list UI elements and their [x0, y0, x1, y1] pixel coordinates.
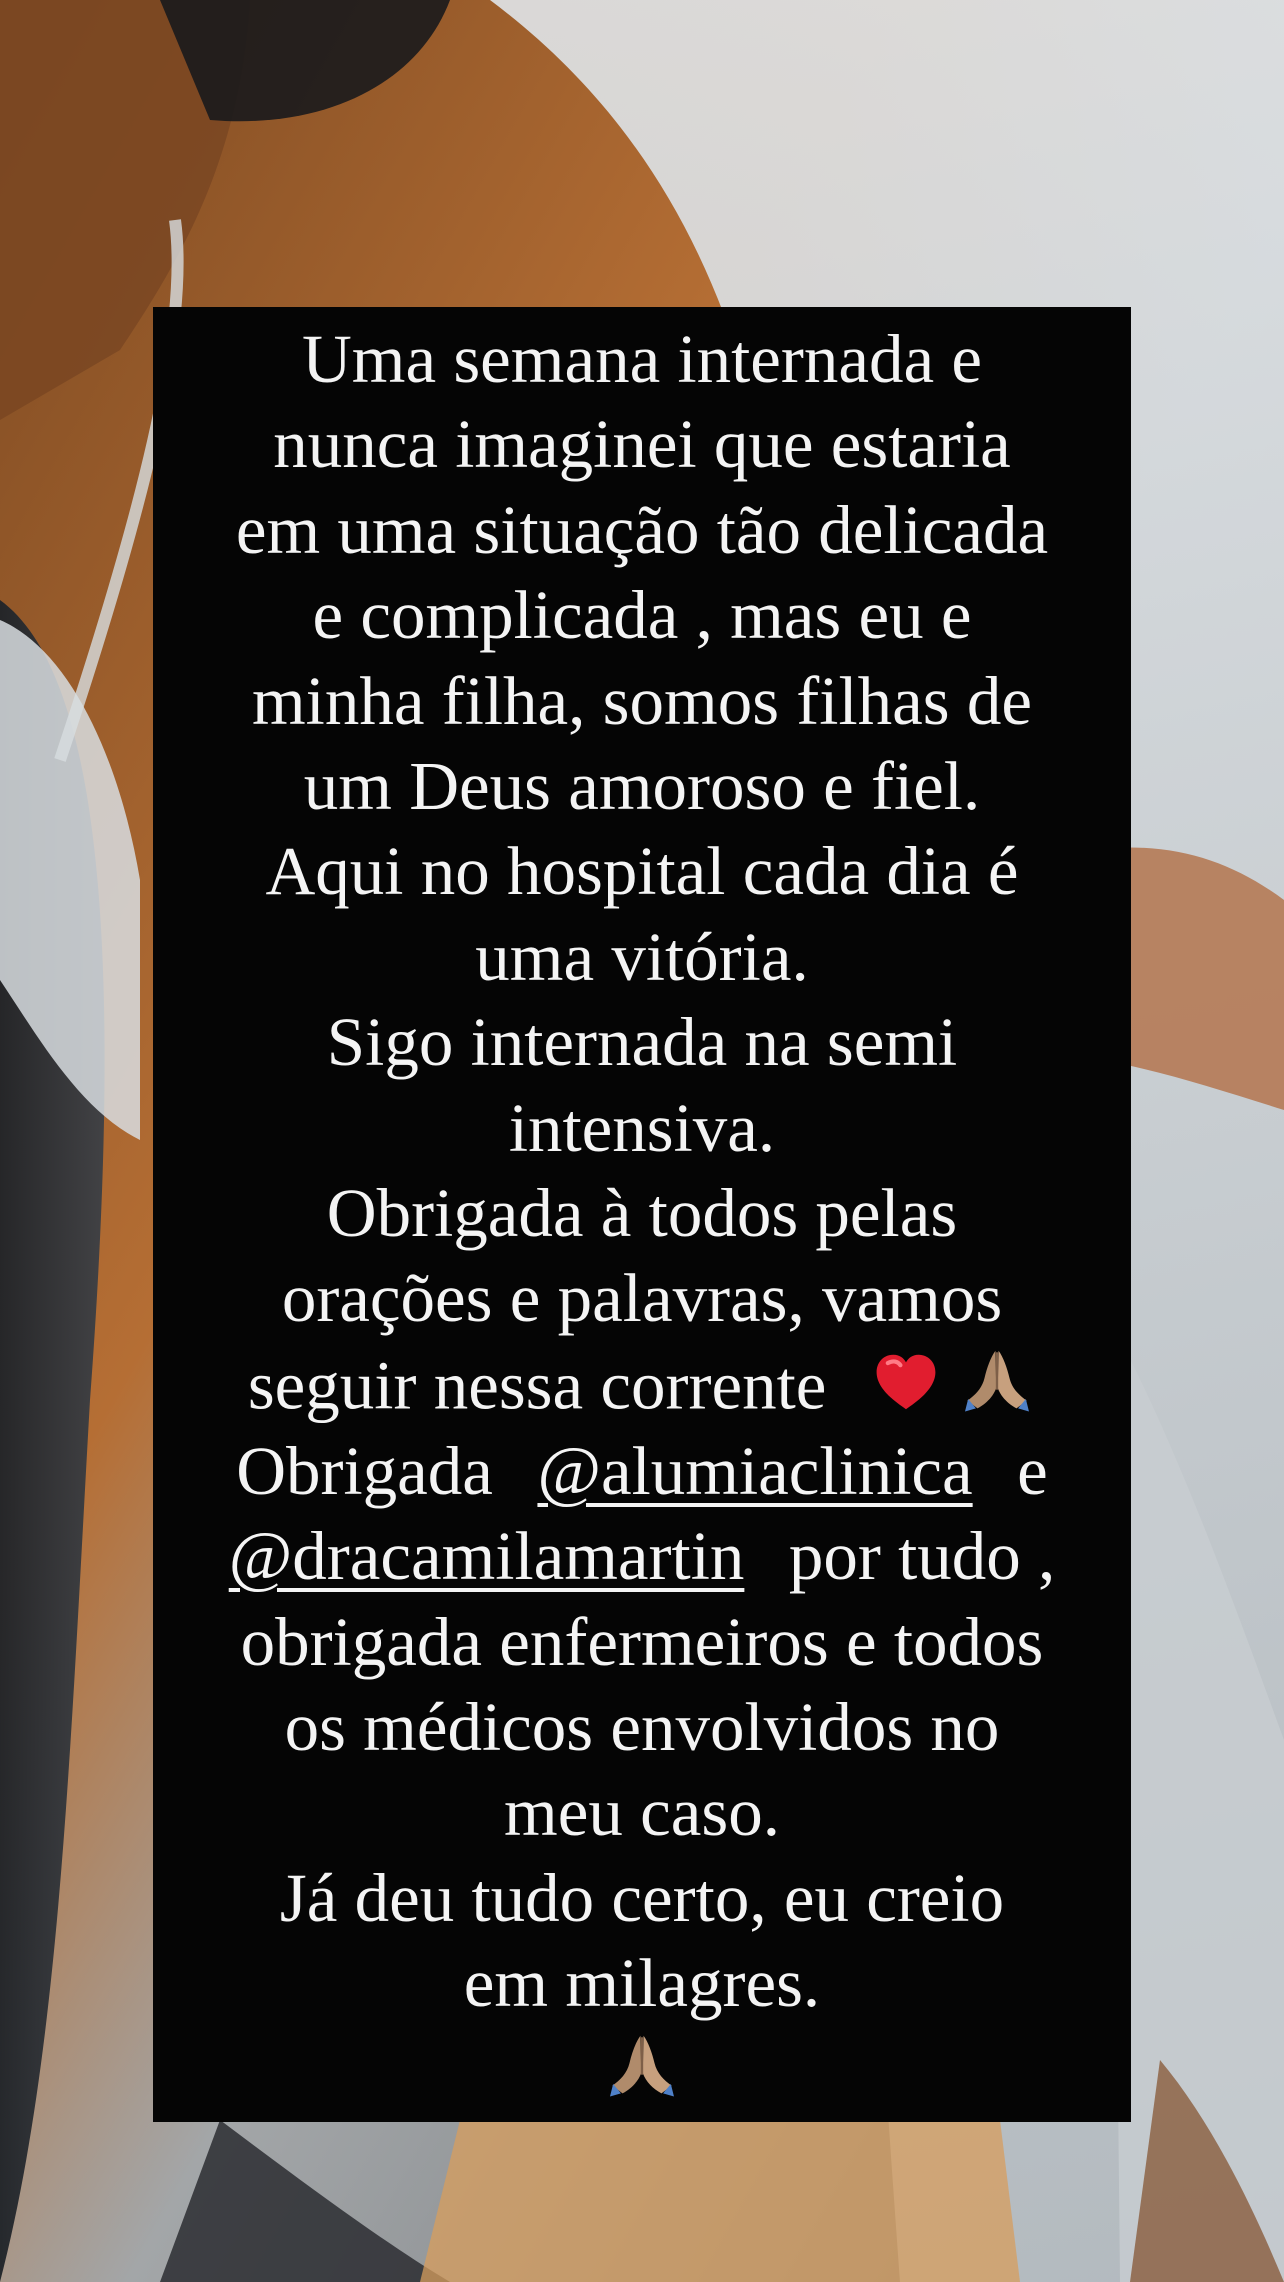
story-text-line: Aqui no hospital cada dia é — [265, 833, 1019, 910]
story-emoji-line — [163, 2027, 1121, 2114]
story-text-line: Já deu tudo certo, eu creio — [279, 1859, 1005, 1936]
story-text-segment: por tudo , — [788, 1518, 1056, 1595]
story-text-line: seguir nessa corrente — [163, 1342, 1121, 1429]
story-text-line: em milagres. — [463, 1945, 821, 2022]
story-text-line: nunca imaginei que estaria — [273, 406, 1011, 483]
story-text-line: Sigo internada na semi — [326, 1004, 958, 1081]
story-text-line: e complicada , mas eu e — [312, 577, 972, 654]
story-text-line: Uma semana internada e — [301, 321, 983, 397]
story-text-line: Obrigada à todos pelas — [326, 1175, 958, 1252]
praying-hands-icon — [610, 2035, 674, 2097]
story-text-line: minha filha, somos filhas de — [252, 662, 1032, 739]
story-text-segment: e — [1017, 1432, 1048, 1509]
story-text-line: orações e palavras, vamos — [281, 1260, 1003, 1337]
story-text-line: intensiva. — [508, 1089, 776, 1166]
mention-dracamilamartin-link[interactable]: @dracamilamartin — [229, 1518, 745, 1594]
red-heart-icon — [876, 1354, 936, 1410]
story-text-line: em uma situação tão delicada — [235, 491, 1049, 568]
story-text-line: um Deus amoroso e fiel. — [303, 748, 981, 825]
story-text-line: uma vitória. — [475, 918, 809, 995]
story-text-line: @dracamilamartin por tudo , — [163, 1514, 1121, 1599]
story-text-line: obrigada enfermeiros e todos — [240, 1603, 1044, 1680]
praying-hands-icon — [965, 1350, 1030, 1412]
mention-alumiaclinica-link[interactable]: @alumiaclinica — [537, 1433, 972, 1509]
story-text-line: meu caso. — [504, 1774, 780, 1851]
story-text-segment: Obrigada — [236, 1432, 493, 1509]
story-text-card: Uma semana internada e nunca imaginei qu… — [153, 307, 1131, 2122]
story-text-line: os médicos envolvidos no — [284, 1688, 1000, 1765]
story-text-line: Obrigada @alumiaclinica e — [163, 1429, 1121, 1514]
story-text-segment: seguir nessa corrente — [247, 1347, 827, 1424]
